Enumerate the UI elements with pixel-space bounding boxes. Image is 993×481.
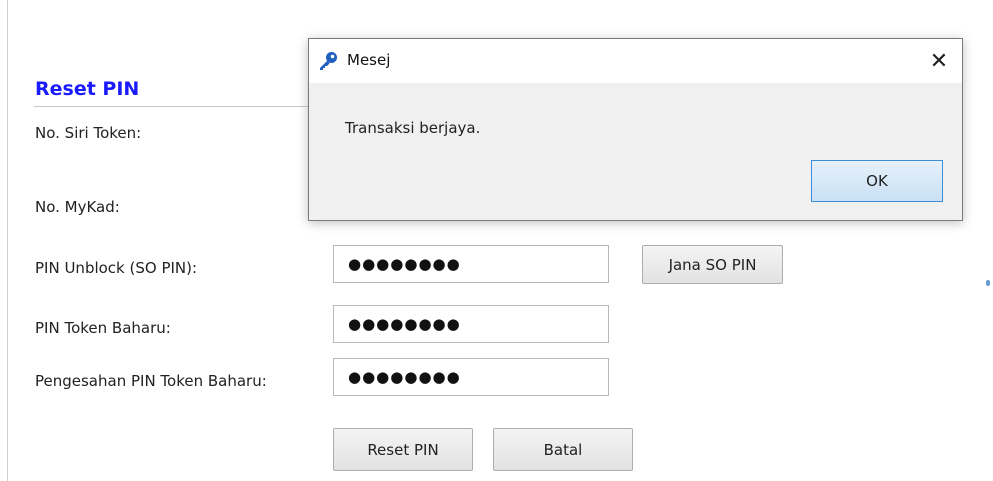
- generate-so-pin-button[interactable]: Jana SO PIN: [642, 245, 783, 284]
- close-icon[interactable]: ✕: [924, 47, 954, 75]
- key-icon: [317, 50, 339, 72]
- new-pin-label: PIN Token Baharu:: [35, 319, 171, 337]
- cancel-button[interactable]: Batal: [493, 428, 633, 471]
- reset-pin-button[interactable]: Reset PIN: [333, 428, 473, 471]
- page-title: Reset PIN: [35, 78, 140, 100]
- window-left-border: [7, 0, 8, 481]
- dialog-title-bar: Mesej ✕: [309, 39, 962, 83]
- confirm-pin-field[interactable]: ●●●●●●●●: [333, 358, 609, 396]
- mykad-label: No. MyKad:: [35, 198, 120, 216]
- scroll-indicator: [986, 280, 990, 286]
- new-pin-field[interactable]: ●●●●●●●●: [333, 305, 609, 343]
- confirm-pin-label: Pengesahan PIN Token Baharu:: [35, 372, 267, 390]
- unblock-pin-label: PIN Unblock (SO PIN):: [35, 259, 198, 277]
- serial-number-label: No. Siri Token:: [35, 124, 142, 142]
- message-dialog: Mesej ✕ Transaksi berjaya. OK: [308, 38, 963, 221]
- dialog-message: Transaksi berjaya.: [345, 119, 481, 137]
- ok-button[interactable]: OK: [811, 160, 943, 202]
- unblock-pin-field[interactable]: ●●●●●●●●: [333, 245, 609, 283]
- dialog-title: Mesej: [347, 51, 391, 69]
